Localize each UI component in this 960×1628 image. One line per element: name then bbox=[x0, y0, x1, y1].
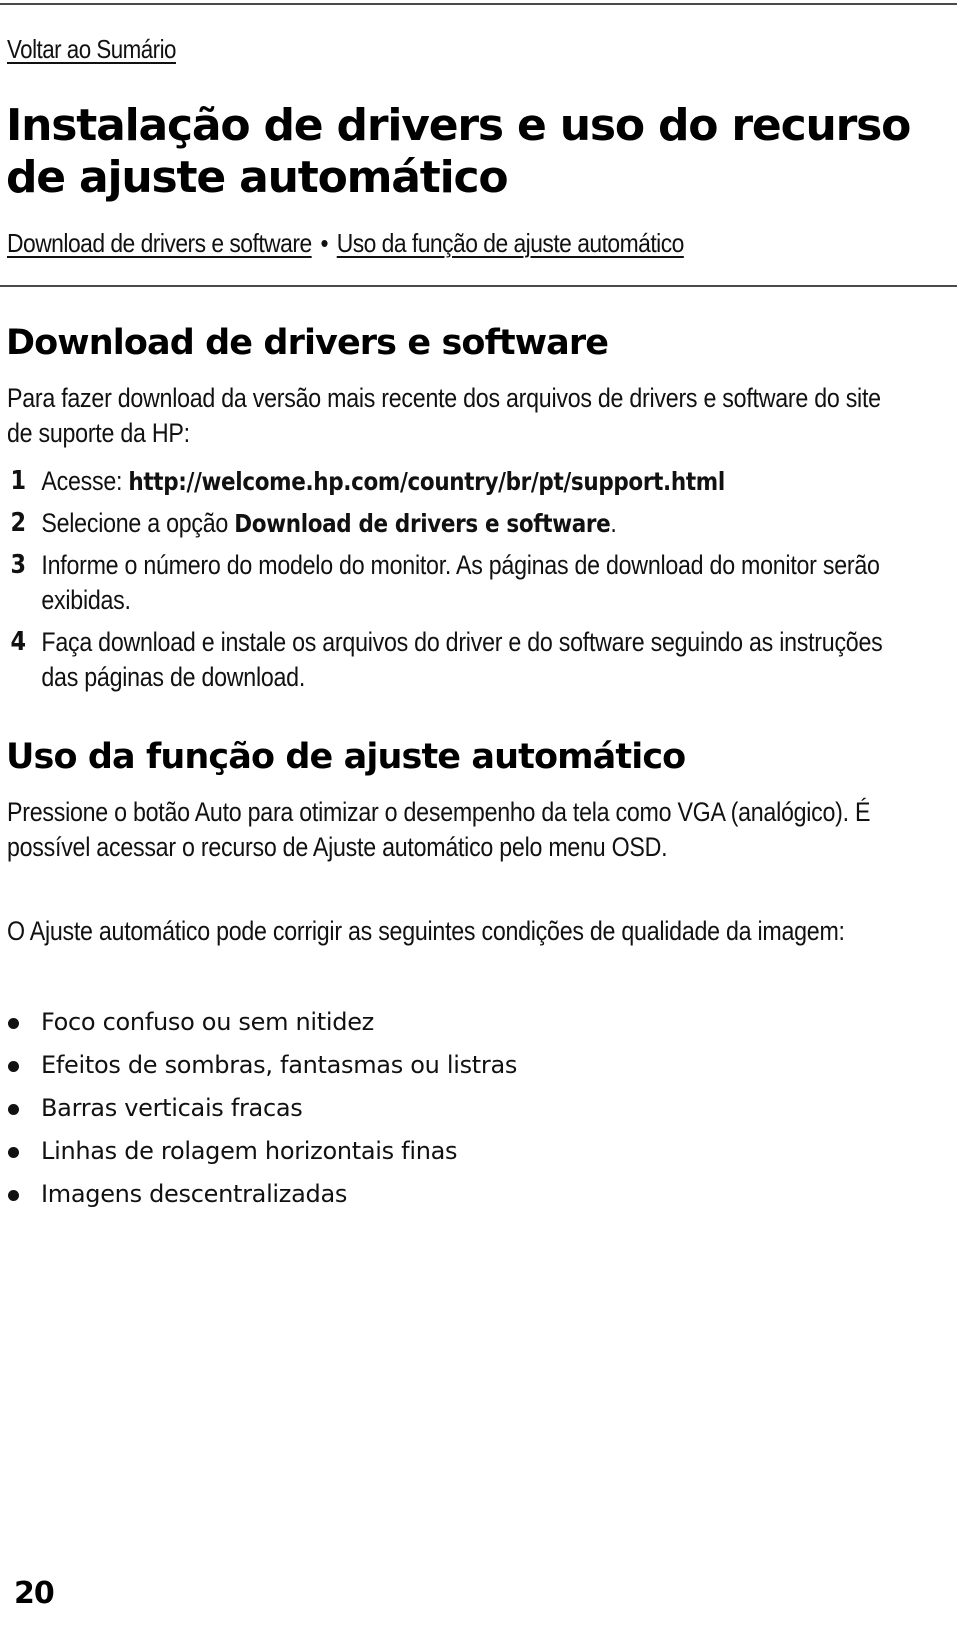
step-number: 1 bbox=[10, 466, 26, 496]
step-text: Faça download e instale os arquivos do d… bbox=[41, 627, 883, 692]
step-item: 1 Acesse: http://welcome.hp.com/country/b… bbox=[7, 464, 919, 499]
list-item: Efeitos de sombras, fantasmas ou listras bbox=[7, 1047, 517, 1090]
step-number: 2 bbox=[10, 508, 26, 538]
list-item-text: Imagens descentralizadas bbox=[41, 1180, 348, 1208]
section-heading-auto-adjust: Uso da função de ajuste automático bbox=[6, 737, 686, 777]
auto-adjust-description: Pressione o botão Auto para otimizar o d… bbox=[7, 797, 871, 862]
step-item: 4 Faça download e instale os arquivos do … bbox=[7, 625, 919, 695]
list-item-text: Barras verticais fracas bbox=[41, 1094, 303, 1122]
page-title: Instalação de drivers e uso do recurso d… bbox=[6, 100, 911, 203]
support-url-link[interactable]: http://welcome.hp.com/country/br/pt/supp… bbox=[128, 467, 725, 496]
step-text: Acesse: bbox=[41, 466, 129, 496]
page-number: 20 bbox=[14, 1576, 55, 1611]
conditions-list: Foco confuso ou sem nitidez Efeitos de s… bbox=[7, 1004, 517, 1219]
toc-separator: • bbox=[320, 228, 328, 258]
bullet-icon bbox=[8, 1104, 19, 1115]
download-steps-list: 1 Acesse: http://welcome.hp.com/country/b… bbox=[7, 464, 919, 702]
list-item-text: Linhas de rolagem horizontais finas bbox=[41, 1137, 458, 1165]
header-divider bbox=[0, 285, 957, 287]
bullet-icon bbox=[8, 1147, 19, 1158]
list-item: Linhas de rolagem horizontais finas bbox=[7, 1133, 517, 1176]
section-links: Download de drivers e software • Uso da fu… bbox=[7, 228, 684, 259]
step-item: 2 Selecione a opção Download de drivers e… bbox=[7, 506, 919, 541]
step-number: 3 bbox=[10, 550, 26, 580]
top-divider bbox=[0, 3, 957, 5]
list-item-text: Efeitos de sombras, fantasmas ou listras bbox=[41, 1051, 518, 1079]
bullet-icon bbox=[8, 1018, 19, 1029]
list-item: Imagens descentralizadas bbox=[7, 1176, 517, 1219]
bullet-icon bbox=[8, 1190, 19, 1201]
list-item-text: Foco confuso ou sem nitidez bbox=[41, 1008, 374, 1036]
back-to-contents-link[interactable]: Voltar ao Sumário bbox=[7, 34, 176, 65]
bullet-icon bbox=[8, 1061, 19, 1072]
list-item: Barras verticais fracas bbox=[7, 1090, 517, 1133]
list-item: Foco confuso ou sem nitidez bbox=[7, 1004, 517, 1047]
step-text: Selecione a opção bbox=[41, 508, 235, 538]
step-option-name: Download de drivers e software bbox=[234, 509, 611, 538]
section-heading-download: Download de drivers e software bbox=[6, 323, 609, 363]
download-intro-text: Para fazer download da versão mais recen… bbox=[7, 383, 881, 448]
auto-adjust-conditions-intro: O Ajuste automático pode corrigir as seg… bbox=[7, 916, 845, 946]
step-number: 4 bbox=[10, 627, 26, 657]
toc-link-auto-adjust[interactable]: Uso da função de ajuste automático bbox=[337, 228, 685, 258]
step-text-end: . bbox=[610, 508, 617, 538]
toc-link-download[interactable]: Download de drivers e software bbox=[7, 228, 312, 258]
step-item: 3 Informe o número do modelo do monitor. … bbox=[7, 548, 919, 618]
step-text: Informe o número do modelo do monitor. A… bbox=[41, 550, 880, 615]
